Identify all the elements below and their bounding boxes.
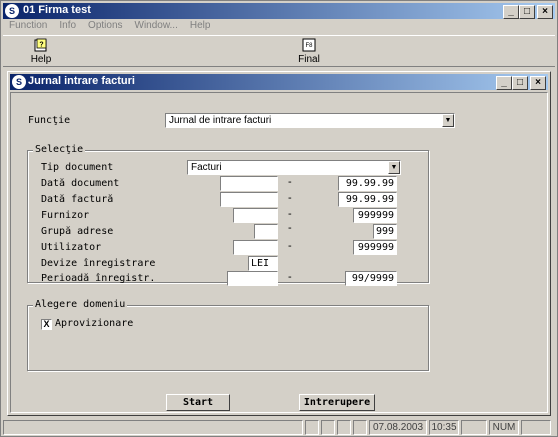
start-button[interactable]: Start xyxy=(166,394,230,411)
journal-minimize-button[interactable]: _ xyxy=(496,76,512,90)
journal-close-button[interactable]: × xyxy=(530,76,546,90)
data-document-from-input[interactable] xyxy=(220,176,278,191)
status-cell xyxy=(461,420,487,435)
range-dash: - xyxy=(288,208,292,220)
app-icon: S xyxy=(5,4,19,18)
intrerupere-button[interactable]: Intrerupere xyxy=(299,394,375,411)
menu-bar: Function Info Options Window... Help xyxy=(3,20,555,34)
function-label: Funcţie xyxy=(28,115,71,126)
devize-label: Devize înregistrare xyxy=(41,258,156,269)
furnizor-from-input[interactable] xyxy=(233,208,278,223)
toolbar: ? Help F8 Final xyxy=(3,35,555,67)
perioada-label: Perioadă înregistr. xyxy=(41,273,156,284)
tip-document-label: Tip document xyxy=(41,162,114,173)
final-tool-label: Final xyxy=(298,54,320,65)
status-message xyxy=(3,420,303,435)
journal-window: S Jurnal intrare facturi _ □ × Funcţie J… xyxy=(7,71,551,416)
status-cell xyxy=(337,420,351,435)
final-tool-button[interactable]: F8 Final xyxy=(289,37,329,67)
chevron-down-icon[interactable]: ▼ xyxy=(388,161,400,174)
status-bar: 07.08.2003 10:35 NUM xyxy=(3,419,555,436)
menu-help[interactable]: Help xyxy=(184,20,217,34)
tip-document-value: Facturi xyxy=(191,162,222,173)
status-cell xyxy=(321,420,335,435)
domain-legend: Alegere domeniu xyxy=(33,299,128,310)
tip-document-select[interactable]: Facturi ▼ xyxy=(187,160,401,175)
f8-key-icon: F8 xyxy=(302,38,316,52)
maximize-button[interactable]: □ xyxy=(519,5,535,19)
furnizor-label: Furnizor xyxy=(41,210,90,221)
status-cell xyxy=(305,420,319,435)
aprovizionare-label: Aprovizionare xyxy=(55,318,134,329)
range-dash: - xyxy=(288,240,292,252)
f8-key-text: F8 xyxy=(305,43,313,49)
journal-icon: S xyxy=(12,75,26,89)
data-factura-to-input[interactable]: 99.99.99 xyxy=(338,192,397,207)
journal-title-bar: S Jurnal intrare facturi _ □ × xyxy=(10,74,548,90)
app-window: S 01 Firma test _ □ × Function Info Opti… xyxy=(0,0,558,437)
range-dash: - xyxy=(288,192,292,204)
status-cell xyxy=(521,420,551,435)
data-document-to-input[interactable]: 99.99.99 xyxy=(338,176,397,191)
grupa-adrese-from-input[interactable] xyxy=(254,224,278,239)
perioada-from-input[interactable] xyxy=(227,271,278,286)
help-tool-button[interactable]: ? Help xyxy=(21,37,61,67)
menu-options[interactable]: Options xyxy=(82,20,128,34)
domain-group xyxy=(27,305,429,371)
furnizor-to-input[interactable]: 999999 xyxy=(353,208,397,223)
grupa-adrese-label: Grupă adrese xyxy=(41,226,114,237)
chevron-down-icon[interactable]: ▼ xyxy=(442,114,454,127)
function-select-value: Jurnal de intrare facturi xyxy=(169,115,272,126)
data-document-label: Dată document xyxy=(41,178,120,189)
function-select[interactable]: Jurnal de intrare facturi ▼ xyxy=(165,113,455,128)
perioada-to-input[interactable]: 99/9999 xyxy=(345,271,397,286)
utilizator-label: Utilizator xyxy=(41,242,102,253)
menu-info[interactable]: Info xyxy=(53,20,82,34)
aprovizionare-checkbox[interactable]: X xyxy=(41,319,52,330)
svg-text:?: ? xyxy=(39,42,43,49)
menu-window[interactable]: Window... xyxy=(129,20,184,34)
help-tool-label: Help xyxy=(30,54,52,65)
help-book-icon: ? xyxy=(34,38,47,52)
range-dash: - xyxy=(288,176,292,188)
status-num: NUM xyxy=(489,420,519,435)
selection-legend: Selecţie xyxy=(33,144,86,155)
utilizator-to-input[interactable]: 999999 xyxy=(353,240,397,255)
data-factura-from-input[interactable] xyxy=(220,192,278,207)
data-factura-label: Dată factură xyxy=(41,194,114,205)
status-date: 07.08.2003 xyxy=(369,420,427,435)
status-cell xyxy=(353,420,367,435)
main-title-bar: S 01 Firma test _ □ × xyxy=(3,3,555,19)
journal-maximize-button[interactable]: □ xyxy=(512,76,528,90)
range-dash: - xyxy=(288,222,292,234)
journal-content: Funcţie Jurnal de intrare facturi ▼ Sele… xyxy=(10,92,548,413)
grupa-adrese-to-input[interactable]: 999 xyxy=(373,224,397,239)
journal-title: Jurnal intrare facturi xyxy=(28,75,135,87)
devize-input[interactable]: LEI xyxy=(248,256,278,271)
range-dash: - xyxy=(288,271,292,283)
utilizator-from-input[interactable] xyxy=(233,240,278,255)
close-button[interactable]: × xyxy=(537,5,553,19)
status-time: 10:35 xyxy=(429,420,459,435)
menu-function[interactable]: Function xyxy=(3,20,53,34)
main-window-title: 01 Firma test xyxy=(23,4,91,16)
minimize-button[interactable]: _ xyxy=(503,5,519,19)
